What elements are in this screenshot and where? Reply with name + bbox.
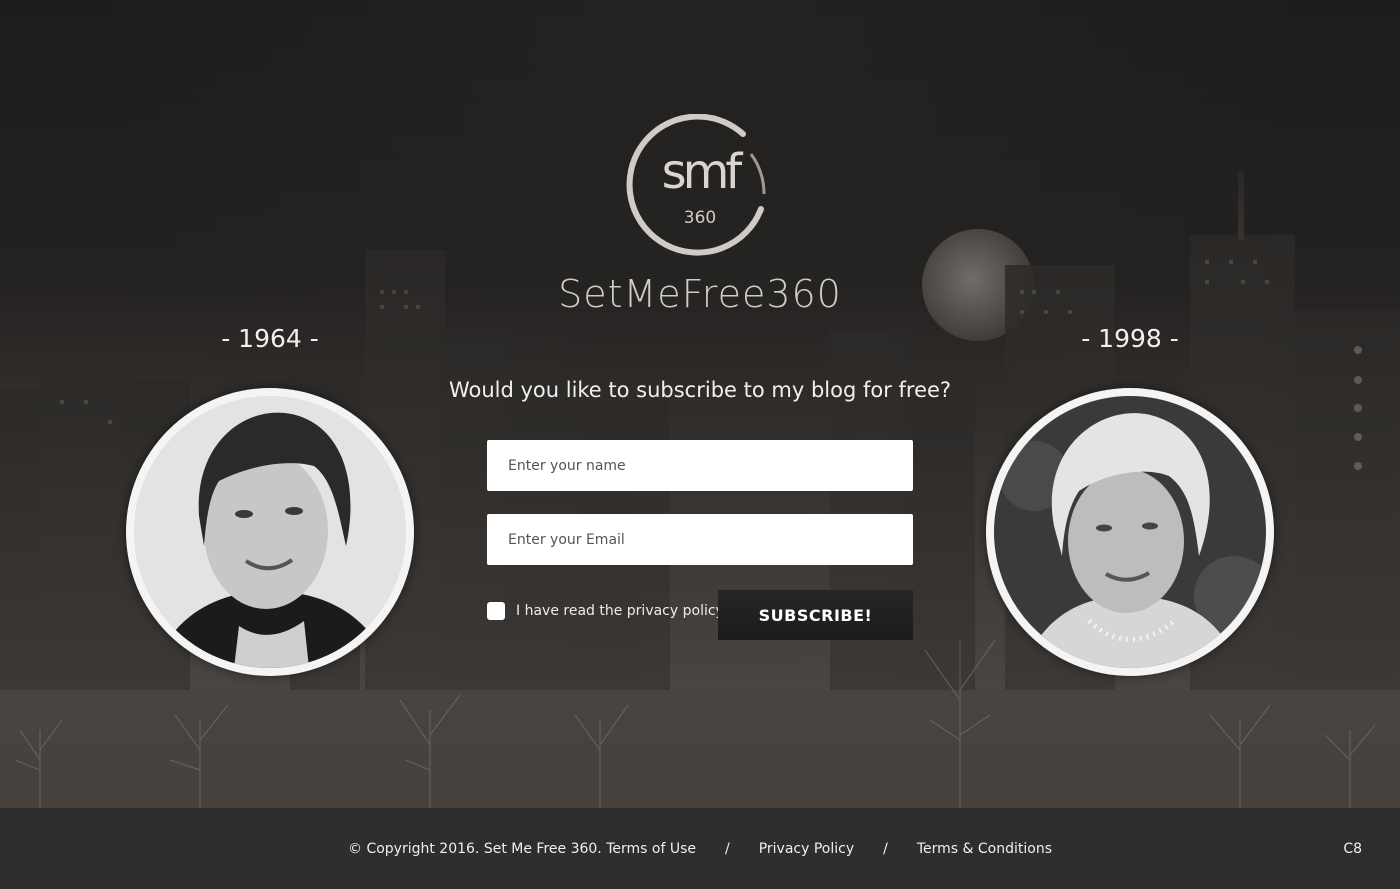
year-label-left: - 1964 - bbox=[221, 324, 319, 353]
footer-privacy-link[interactable]: Privacy Policy bbox=[759, 841, 854, 857]
logo-wordmark: SetMeFree360 bbox=[558, 272, 842, 316]
privacy-checkbox-label[interactable]: I have read the privacy policy bbox=[516, 603, 724, 619]
footer-badge: C8 bbox=[1343, 841, 1362, 857]
site-logo[interactable]: smf 360 SetMeFree360 bbox=[540, 108, 860, 318]
footer-terms-link[interactable]: Terms & Conditions bbox=[917, 841, 1052, 857]
portrait-1998 bbox=[986, 388, 1274, 676]
portrait-1964 bbox=[126, 388, 414, 676]
footer: © Copyright 2016. Set Me Free 360. Terms… bbox=[0, 808, 1400, 889]
hero-background: smf 360 SetMeFree360 - 1964 - - 1998 - W… bbox=[0, 0, 1400, 808]
portrait-photo-older bbox=[994, 396, 1266, 668]
logo-monogram: smf bbox=[661, 144, 743, 200]
name-input[interactable] bbox=[487, 440, 913, 491]
logo-number: 360 bbox=[683, 208, 717, 228]
privacy-checkbox[interactable] bbox=[487, 602, 505, 620]
footer-separator: / bbox=[883, 841, 888, 857]
portrait-photo-young bbox=[134, 396, 406, 668]
footer-links: © Copyright 2016. Set Me Free 360. Terms… bbox=[0, 841, 1400, 857]
footer-separator: / bbox=[724, 841, 730, 857]
email-input[interactable] bbox=[487, 514, 913, 565]
subscribe-button[interactable]: SUBSCRIBE! bbox=[718, 590, 913, 640]
footer-copyright-terms-link[interactable]: © Copyright 2016. Set Me Free 360. Terms… bbox=[348, 841, 696, 857]
year-label-right: - 1998 - bbox=[1081, 324, 1179, 353]
subscribe-question: Would you like to subscribe to my blog f… bbox=[448, 378, 952, 402]
